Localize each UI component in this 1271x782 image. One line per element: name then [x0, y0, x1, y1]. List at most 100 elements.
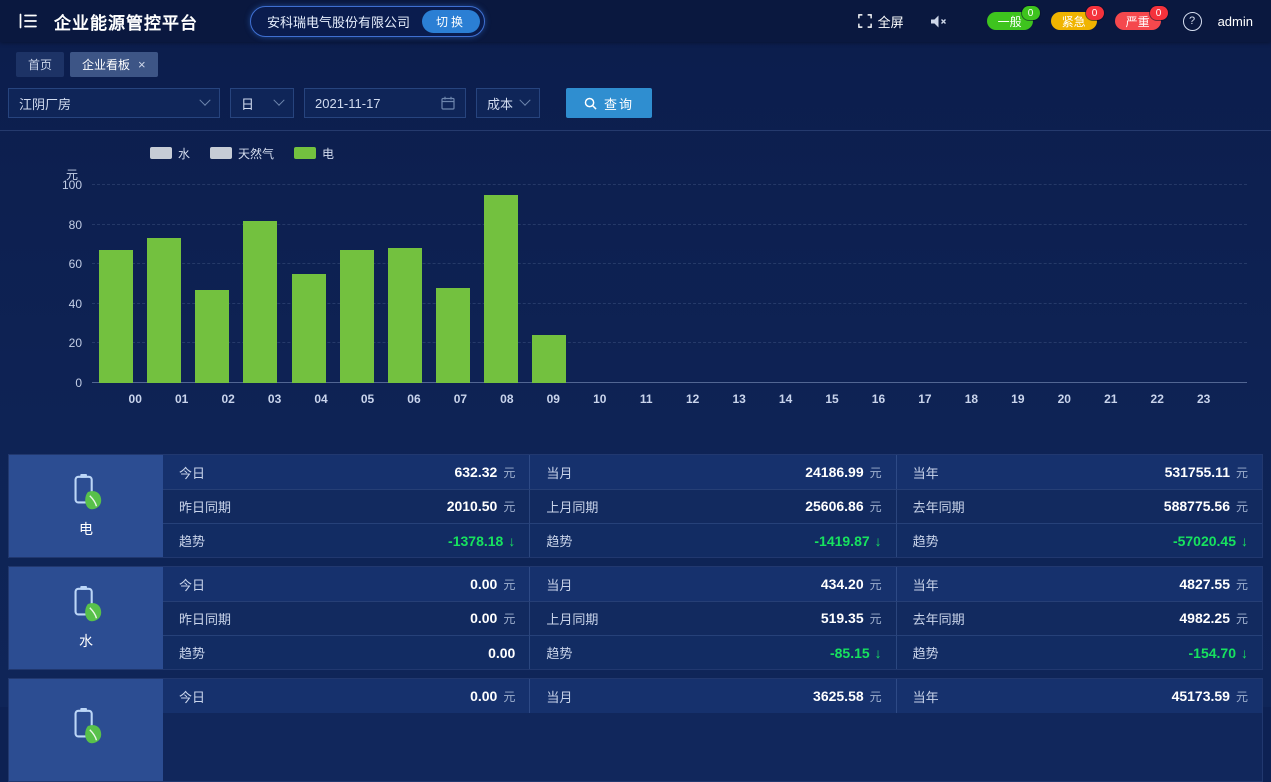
date-picker[interactable]: 2021-11-17 [304, 88, 466, 118]
stat-cell: 当月434.20元 [529, 567, 895, 601]
username[interactable]: admin [1218, 14, 1253, 29]
y-tick-label: 60 [69, 257, 82, 271]
stat-cell-value: 588775.56 [1164, 498, 1230, 514]
stat-cell-value: -1378.18 [448, 533, 503, 549]
legend-swatch [210, 147, 232, 159]
stat-cell-value-wrap: 4827.55元 [1179, 576, 1248, 593]
alarm-button-normal[interactable]: 一般0 [987, 12, 1033, 30]
x-tick-label: 10 [577, 392, 623, 406]
alarm-button-critical[interactable]: 严重0 [1115, 12, 1161, 30]
stat-cell-value: 434.20 [821, 576, 864, 592]
stat-cell: 今日0.00元 [163, 679, 529, 713]
stat-cell-value: -154.70 [1189, 645, 1236, 661]
alarm-button-urgent[interactable]: 紧急0 [1051, 12, 1097, 30]
stat-cell-value-wrap: -154.70↓ [1189, 645, 1248, 661]
bar-column-13 [718, 185, 766, 383]
bar-column-21 [1103, 185, 1151, 383]
stat-cell-label: 今日 [179, 575, 205, 594]
stat-cell-value-wrap: -57020.45↓ [1173, 533, 1248, 549]
filter-bar: 江阴厂房 日 2021-11-17 成本 查询 [0, 78, 1271, 131]
bar-column-23 [1199, 185, 1247, 383]
y-tick-label: 80 [69, 218, 82, 232]
stat-cell: 趋势-1378.18↓ [163, 523, 529, 557]
header-right: 全屏 一般0 紧急0 严重0 ? admin [858, 12, 1253, 31]
y-tick-label: 0 [75, 376, 82, 390]
chart-legend: 水 天然气 电 [150, 145, 1251, 161]
stat-cell-label: 昨日同期 [179, 609, 231, 628]
tab-bar: 首页企业看板× [0, 42, 1271, 78]
stat-cell-value-wrap: 0.00元 [470, 576, 515, 593]
period-select[interactable]: 日 [230, 88, 294, 118]
stat-cell-value-wrap: 0.00元 [470, 688, 515, 705]
stat-grid-electricity: 今日632.32元当月24186.99元当年531755.11元昨日同期2010… [163, 455, 1262, 557]
bar-01 [147, 238, 181, 383]
mute-icon[interactable] [930, 14, 947, 29]
bar-column-02 [188, 185, 236, 383]
query-button[interactable]: 查询 [566, 88, 652, 118]
menu-toggle-icon[interactable] [18, 12, 38, 30]
x-tick-label: 08 [484, 392, 530, 406]
stat-cell: 去年同期4982.25元 [896, 601, 1262, 635]
stat-icon-cell-electricity: 电 [9, 455, 163, 557]
help-icon[interactable]: ? [1183, 12, 1202, 31]
legend-label: 天然气 [238, 145, 274, 162]
stat-cell-label: 去年同期 [913, 609, 965, 628]
unit-label: 元 [870, 576, 882, 593]
energy-cost-chart: 水天然气电 元 020406080100 0001020304050607080… [20, 145, 1251, 406]
trend-down-arrow-icon: ↓ [875, 533, 882, 549]
stat-cell-label: 上月同期 [546, 609, 598, 628]
bar-column-18 [958, 185, 1006, 383]
stat-cell-value: 0.00 [470, 610, 497, 626]
tab-dashboard[interactable]: 企业看板× [70, 52, 158, 77]
x-tick-label: 17 [902, 392, 948, 406]
bar-03 [243, 221, 277, 383]
alarm-count-badge: 0 [1022, 6, 1040, 20]
tab-close-icon[interactable]: × [138, 58, 146, 71]
stat-cell-label: 趋势 [546, 643, 572, 662]
stat-cell-value: 0.00 [470, 688, 497, 704]
x-tick-label: 21 [1088, 392, 1134, 406]
bar-column-16 [862, 185, 910, 383]
y-tick-label: 20 [69, 336, 82, 350]
stat-cell: 趋势-154.70↓ [896, 635, 1262, 669]
stat-cell: 当年45173.59元 [896, 679, 1262, 713]
metric-select[interactable]: 成本 [476, 88, 540, 118]
bar-column-22 [1151, 185, 1199, 383]
x-tick-label: 22 [1134, 392, 1180, 406]
alarm-buttons: 一般0 紧急0 严重0 [987, 12, 1179, 30]
site-select[interactable]: 江阴厂房 [8, 88, 220, 118]
legend-label: 电 [322, 145, 334, 162]
metric-select-value: 成本 [487, 94, 513, 113]
fullscreen-label: 全屏 [878, 12, 904, 31]
stat-card-gas: 今日0.00元当月3625.58元当年45173.59元 [8, 678, 1263, 782]
legend-item-电[interactable]: 电 [294, 145, 334, 162]
stat-cell-value: 24186.99 [805, 464, 863, 480]
unit-label: 元 [1236, 688, 1248, 705]
stat-cell-label: 趋势 [546, 531, 572, 550]
company-selector[interactable]: 安科瑞电气股份有限公司 切换 [250, 6, 485, 37]
x-tick-label: 12 [669, 392, 715, 406]
unit-label: 元 [1236, 498, 1248, 515]
site-select-value: 江阴厂房 [19, 94, 71, 113]
legend-item-天然气[interactable]: 天然气 [210, 145, 274, 162]
legend-item-水[interactable]: 水 [150, 145, 190, 162]
bar-column-01 [140, 185, 188, 383]
bar-column-19 [1006, 185, 1054, 383]
bar-column-03 [236, 185, 284, 383]
switch-company-button[interactable]: 切换 [422, 10, 480, 33]
unit-label: 元 [1236, 576, 1248, 593]
bar-column-06 [381, 185, 429, 383]
unit-label: 元 [870, 688, 882, 705]
stat-cell-value-wrap: 531755.11元 [1165, 464, 1248, 481]
stat-cell: 去年同期588775.56元 [896, 489, 1262, 523]
stat-cell-value-wrap: 434.20 元 [821, 576, 882, 593]
y-tick-label: 100 [62, 178, 82, 192]
stat-cell-label: 当年 [913, 687, 939, 706]
tab-home[interactable]: 首页 [16, 52, 64, 77]
stat-cell-value-wrap: 24186.99元 [805, 464, 881, 481]
stat-cell-value: 0.00 [488, 645, 515, 661]
fullscreen-button[interactable]: 全屏 [858, 12, 904, 31]
bar-column-12 [670, 185, 718, 383]
trend-down-arrow-icon: ↓ [875, 645, 882, 661]
x-tick-label: 03 [251, 392, 297, 406]
